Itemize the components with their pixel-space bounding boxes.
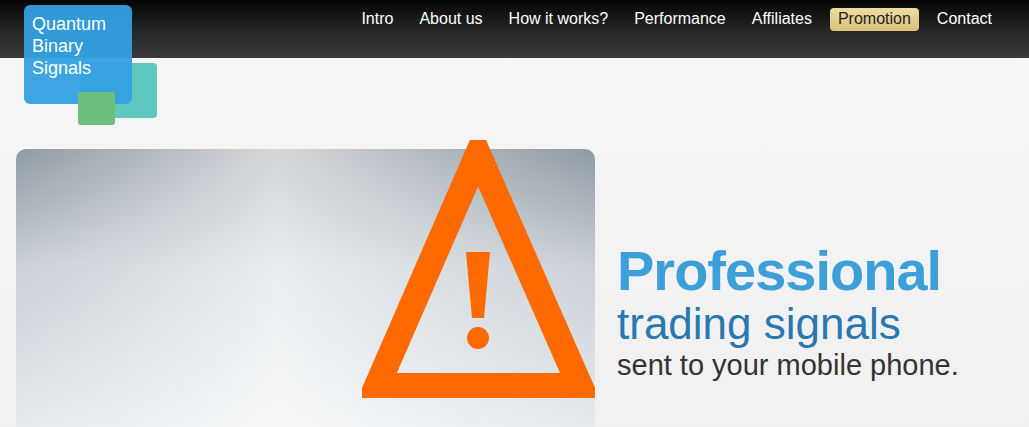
nav-item[interactable]: Affiliates — [744, 8, 820, 31]
hero-copy: Professionaltrading signalssent to your … — [617, 241, 959, 383]
main-nav: Intro About us How it works? Performance Aff… — [349, 0, 1029, 31]
logo-green-square — [78, 92, 115, 125]
warning-icon — [362, 140, 595, 398]
nav-item[interactable]: Contact — [929, 8, 1000, 31]
hero-title: Professional — [617, 241, 959, 301]
logo-blue-square: Quantum Binary Signals — [24, 5, 132, 104]
logo-text: Quantum Binary Signals — [32, 13, 126, 79]
hero-tagline: sent to your mobile phone. — [617, 347, 959, 383]
nav-item[interactable]: Promotion — [830, 8, 919, 31]
nav-item[interactable]: How it works? — [501, 8, 617, 31]
page: Quantum Binary Signals Intro About us How i… — [0, 0, 1029, 427]
logo[interactable]: Quantum Binary Signals — [24, 5, 158, 126]
hero-subtitle: trading signals — [617, 301, 959, 347]
nav-item[interactable]: Intro — [353, 8, 401, 31]
top-bar: Quantum Binary SignalsIntroAbout usHow i… — [0, 0, 1029, 58]
nav-item[interactable]: Performance — [626, 8, 734, 31]
nav-item[interactable]: About us — [411, 8, 490, 31]
